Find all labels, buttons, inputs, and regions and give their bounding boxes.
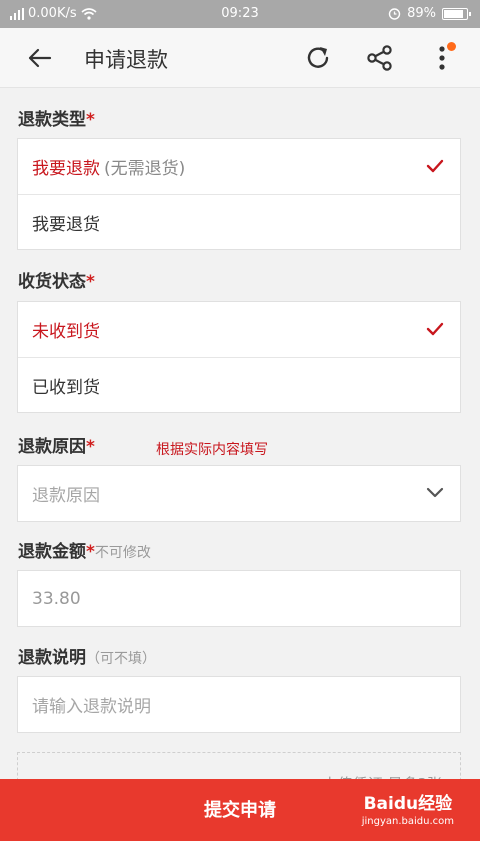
baidu-watermark: Baidu经验 jingyan.baidu.com: [362, 789, 454, 827]
refund-type-label: 退款类型*: [18, 110, 95, 130]
watermark-brand: Baidu经验: [363, 794, 453, 814]
refund-type-options: 我要退款 (无需退货) 我要退货: [17, 138, 461, 250]
refund-amount-label: 退款金额*不可修改: [18, 542, 151, 562]
option-label: 我要退货: [32, 214, 100, 235]
refund-reason-select[interactable]: 退款原因: [17, 465, 461, 522]
receipt-status-options: 未收到货 已收到货: [17, 301, 461, 413]
check-icon: [426, 322, 444, 336]
status-bar: 0.00K/s 09:23 89%: [0, 0, 480, 28]
alarm-icon: [388, 8, 401, 20]
more-menu-button[interactable]: [424, 40, 460, 76]
refund-reason-placeholder: 退款原因: [32, 486, 100, 506]
submit-bar: 提交申请 Baidu经验 jingyan.baidu.com: [0, 779, 480, 841]
chevron-down-icon: [426, 487, 444, 498]
fill-in-hint: 根据实际内容填写: [156, 442, 268, 458]
receipt-status-label: 收货状态*: [18, 272, 95, 292]
back-arrow-icon[interactable]: [20, 42, 60, 74]
refresh-icon[interactable]: [300, 40, 336, 76]
option-sub-label: (无需退货): [104, 159, 186, 179]
status-right: 89%: [388, 6, 471, 21]
option-label: 未收到货: [32, 322, 100, 342]
option-received[interactable]: 已收到货: [18, 357, 460, 412]
option-label: 我要退款: [32, 159, 100, 179]
page-title: 申请退款: [84, 48, 168, 72]
refund-note-placeholder: 请输入退款说明: [32, 697, 151, 717]
notification-dot: [447, 42, 456, 51]
option-return-goods[interactable]: 我要退货: [18, 194, 460, 249]
option-refund-only[interactable]: 我要退款 (无需退货): [18, 139, 460, 194]
refund-amount-field: 33.80: [17, 570, 461, 627]
battery-percent: 89%: [407, 6, 436, 21]
share-icon[interactable]: [362, 40, 398, 76]
option-not-received[interactable]: 未收到货: [18, 302, 460, 357]
watermark-url: jingyan.baidu.com: [361, 816, 454, 827]
refund-amount-value: 33.80: [32, 588, 81, 609]
refund-note-label: 退款说明（可不填）: [18, 648, 156, 668]
battery-icon: [442, 7, 471, 20]
option-label: 已收到货: [32, 377, 100, 398]
refund-note-input[interactable]: 请输入退款说明: [17, 676, 461, 733]
app-bar: 申请退款: [0, 28, 480, 88]
check-icon: [426, 159, 444, 173]
refund-reason-label: 退款原因*: [18, 437, 95, 457]
